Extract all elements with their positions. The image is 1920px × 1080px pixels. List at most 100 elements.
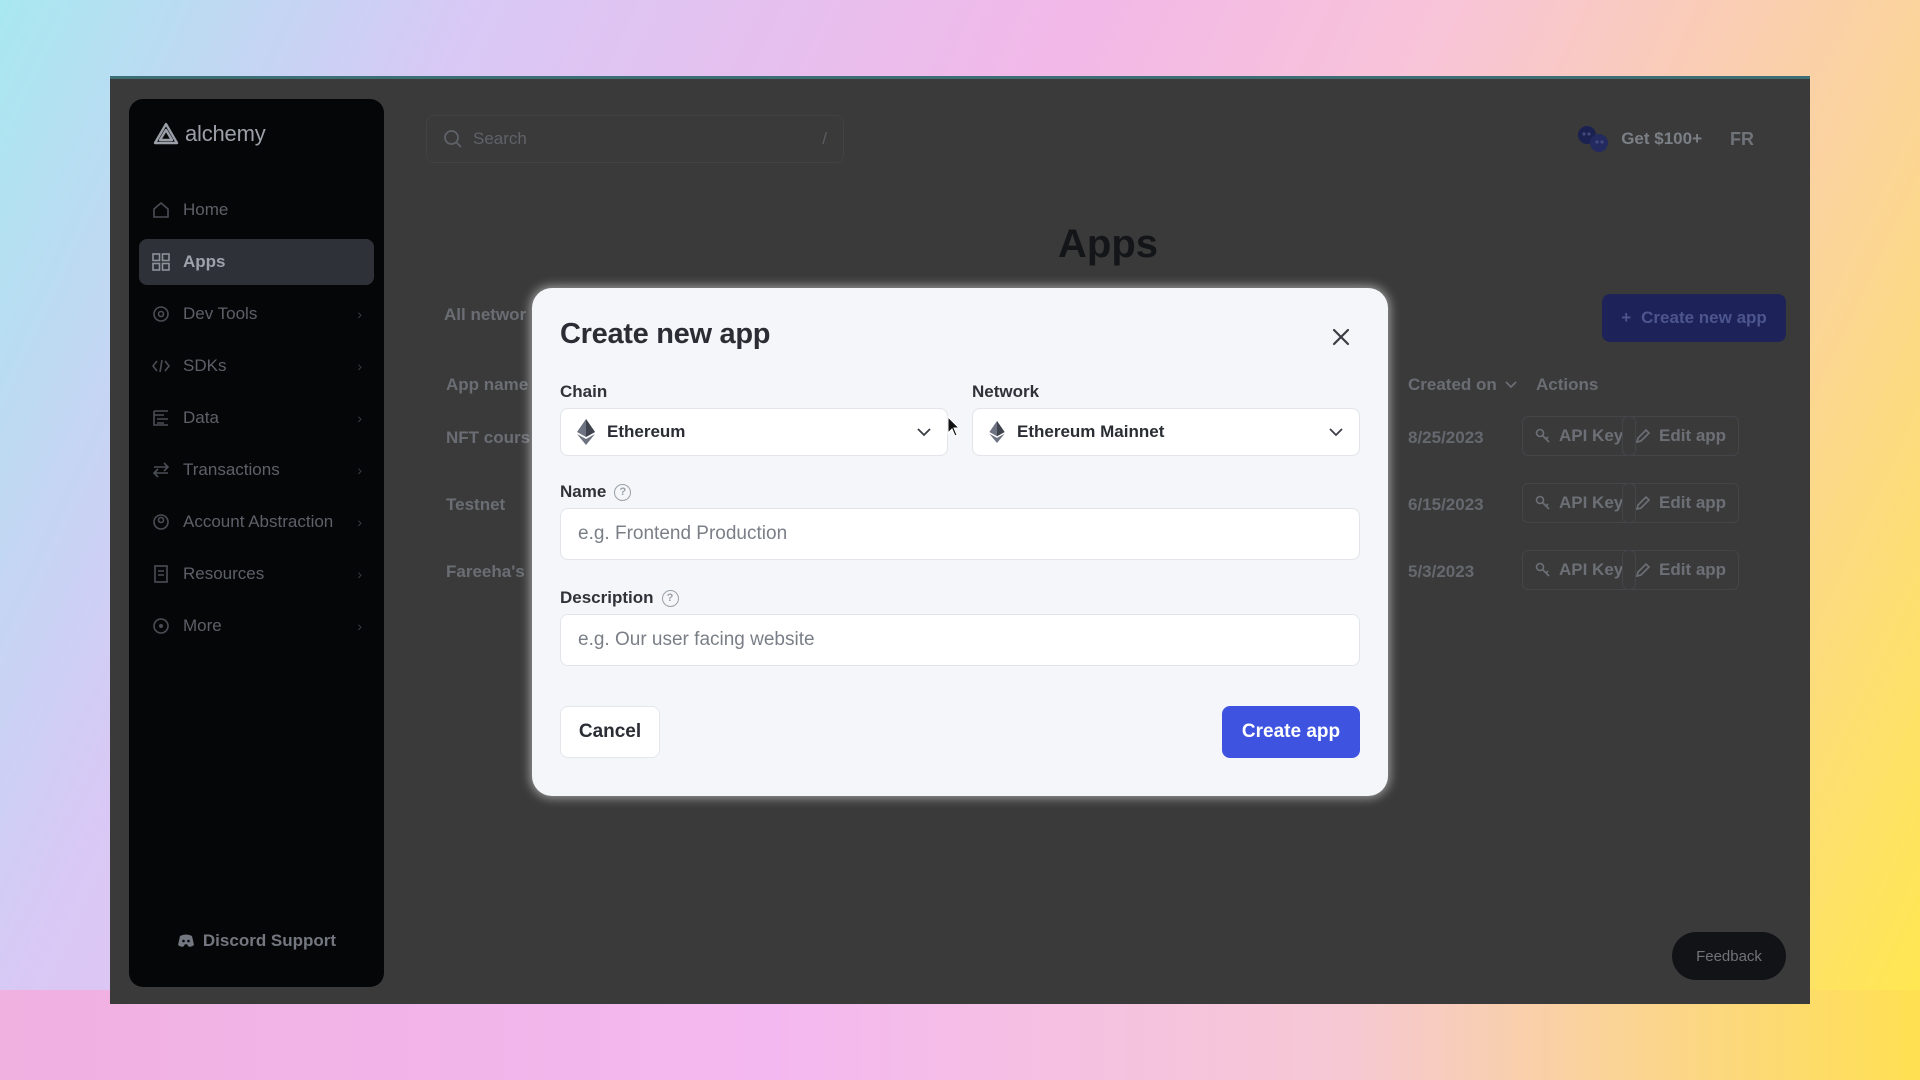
network-filter-tab[interactable]: All networ bbox=[444, 305, 526, 325]
sidebar-item-more[interactable]: More › bbox=[139, 603, 374, 649]
app-name-cell[interactable]: Testnet bbox=[446, 495, 505, 515]
chain-value: Ethereum bbox=[607, 422, 686, 441]
account-icon bbox=[151, 512, 171, 532]
discord-support-label: Discord Support bbox=[202, 931, 337, 950]
column-actions: Actions bbox=[1536, 375, 1599, 394]
search-input[interactable]: Search / bbox=[426, 115, 844, 163]
chevron-right-icon: › bbox=[357, 410, 362, 426]
app-name-cell[interactable]: NFT cours bbox=[446, 428, 530, 448]
help-icon[interactable]: ? bbox=[661, 589, 679, 607]
network-label-text: Network bbox=[972, 382, 1040, 401]
name-label-text: Name bbox=[560, 482, 607, 501]
data-icon bbox=[151, 408, 171, 428]
promo-button[interactable]: Get $100+ bbox=[1575, 124, 1702, 154]
help-icon[interactable]: ? bbox=[614, 483, 632, 501]
search-icon bbox=[444, 130, 462, 148]
sidebar-item-label: Dev Tools bbox=[183, 304, 258, 323]
sidebar-item-dev-tools[interactable]: Dev Tools › bbox=[139, 291, 374, 337]
chevron-right-icon: › bbox=[357, 462, 362, 478]
column-created-label: Created on bbox=[1408, 375, 1497, 394]
sidebar-item-label: Apps bbox=[183, 252, 226, 271]
column-created-on[interactable]: Created on bbox=[1408, 375, 1517, 395]
sidebar-item-apps[interactable]: Apps bbox=[139, 239, 374, 285]
sidebar-item-label: Home bbox=[183, 200, 229, 219]
pencil-icon bbox=[1635, 428, 1651, 444]
search-placeholder: Search bbox=[473, 129, 527, 148]
chevron-right-icon: › bbox=[357, 566, 362, 582]
created-date-cell: 5/3/2023 bbox=[1408, 562, 1475, 581]
close-icon[interactable] bbox=[1330, 326, 1352, 348]
network-value: Ethereum Mainnet bbox=[1017, 422, 1165, 441]
app-name-cell[interactable]: Fareeha's bbox=[446, 562, 525, 582]
logo[interactable]: alchemy bbox=[153, 121, 266, 147]
api-key-button[interactable]: API Key bbox=[1522, 416, 1637, 456]
create-new-app-label: Create new app bbox=[1641, 308, 1767, 327]
description-input[interactable] bbox=[560, 614, 1360, 666]
grid-icon bbox=[151, 252, 171, 272]
network-label: Network bbox=[972, 382, 1039, 402]
gear-icon bbox=[151, 304, 171, 324]
sidebar-item-label: Account Abstraction bbox=[183, 512, 334, 531]
key-icon bbox=[1535, 495, 1550, 510]
ethereum-icon bbox=[989, 421, 1005, 443]
search-shortcut-hint: / bbox=[822, 129, 827, 148]
edit-app-button[interactable]: Edit app bbox=[1622, 483, 1740, 523]
sidebar-nav: Home Apps Dev Tools › SDKs › Data › Tran… bbox=[139, 187, 374, 655]
sidebar-item-label: Data bbox=[183, 408, 219, 427]
created-date-cell: 8/25/2023 bbox=[1408, 428, 1484, 447]
description-label: Description ? bbox=[560, 588, 679, 608]
mouse-cursor-icon bbox=[947, 416, 961, 437]
chain-label: Chain bbox=[560, 382, 607, 402]
sidebar-item-account-abstraction[interactable]: Account Abstraction › bbox=[139, 499, 374, 545]
create-new-app-button[interactable]: + Create new app bbox=[1602, 294, 1786, 342]
description-label-text: Description bbox=[560, 588, 654, 607]
ethereum-icon bbox=[577, 419, 595, 445]
edit-app-label: Edit app bbox=[1659, 493, 1727, 512]
api-key-button[interactable]: API Key bbox=[1522, 550, 1637, 590]
edit-app-label: Edit app bbox=[1659, 426, 1727, 445]
edit-app-button[interactable]: Edit app bbox=[1622, 550, 1740, 590]
sidebar-item-label: Resources bbox=[183, 564, 265, 583]
sidebar-item-data[interactable]: Data › bbox=[139, 395, 374, 441]
header-actions: Get $100+ FR bbox=[1575, 115, 1754, 163]
name-input[interactable] bbox=[560, 508, 1360, 560]
pencil-icon bbox=[1635, 495, 1651, 511]
book-icon bbox=[151, 564, 171, 584]
chevron-right-icon: › bbox=[357, 358, 362, 374]
sidebar-item-sdks[interactable]: SDKs › bbox=[139, 343, 374, 389]
api-key-label: API Key bbox=[1559, 426, 1624, 445]
home-icon bbox=[151, 200, 171, 220]
create-app-button[interactable]: Create app bbox=[1222, 706, 1360, 758]
edit-app-label: Edit app bbox=[1659, 560, 1727, 579]
chevron-right-icon: › bbox=[357, 514, 362, 530]
column-app-name[interactable]: App name bbox=[446, 375, 528, 395]
cancel-button[interactable]: Cancel bbox=[560, 706, 660, 758]
promo-label: Get $100+ bbox=[1621, 129, 1702, 148]
edit-app-button[interactable]: Edit app bbox=[1622, 416, 1740, 456]
network-select[interactable]: Ethereum Mainnet bbox=[972, 408, 1360, 456]
created-date-cell: 6/15/2023 bbox=[1408, 495, 1484, 514]
sidebar-item-label: More bbox=[183, 616, 222, 635]
pencil-icon bbox=[1635, 562, 1651, 578]
code-icon bbox=[151, 356, 171, 376]
discord-support-link[interactable]: Discord Support bbox=[129, 931, 384, 951]
user-avatar[interactable]: FR bbox=[1730, 129, 1754, 150]
chain-label-text: Chain bbox=[560, 382, 608, 401]
sidebar: alchemy Home Apps Dev Tools › SDKs › Dat… bbox=[129, 99, 384, 987]
api-key-button[interactable]: API Key bbox=[1522, 483, 1637, 523]
chevron-down-icon bbox=[1329, 427, 1343, 436]
api-key-label: API Key bbox=[1559, 560, 1624, 579]
page-title: Apps bbox=[1058, 222, 1158, 266]
chain-select[interactable]: Ethereum bbox=[560, 408, 948, 456]
sidebar-item-home[interactable]: Home bbox=[139, 187, 374, 233]
more-icon bbox=[151, 616, 171, 636]
feedback-button[interactable]: Feedback bbox=[1672, 932, 1786, 980]
logo-text: alchemy bbox=[185, 121, 266, 146]
transfer-icon bbox=[151, 460, 171, 480]
sidebar-item-transactions[interactable]: Transactions › bbox=[139, 447, 374, 493]
name-label: Name ? bbox=[560, 482, 632, 502]
key-icon bbox=[1535, 428, 1550, 443]
plus-icon: + bbox=[1621, 308, 1632, 327]
sidebar-item-resources[interactable]: Resources › bbox=[139, 551, 374, 597]
chevron-down-icon bbox=[917, 427, 931, 436]
